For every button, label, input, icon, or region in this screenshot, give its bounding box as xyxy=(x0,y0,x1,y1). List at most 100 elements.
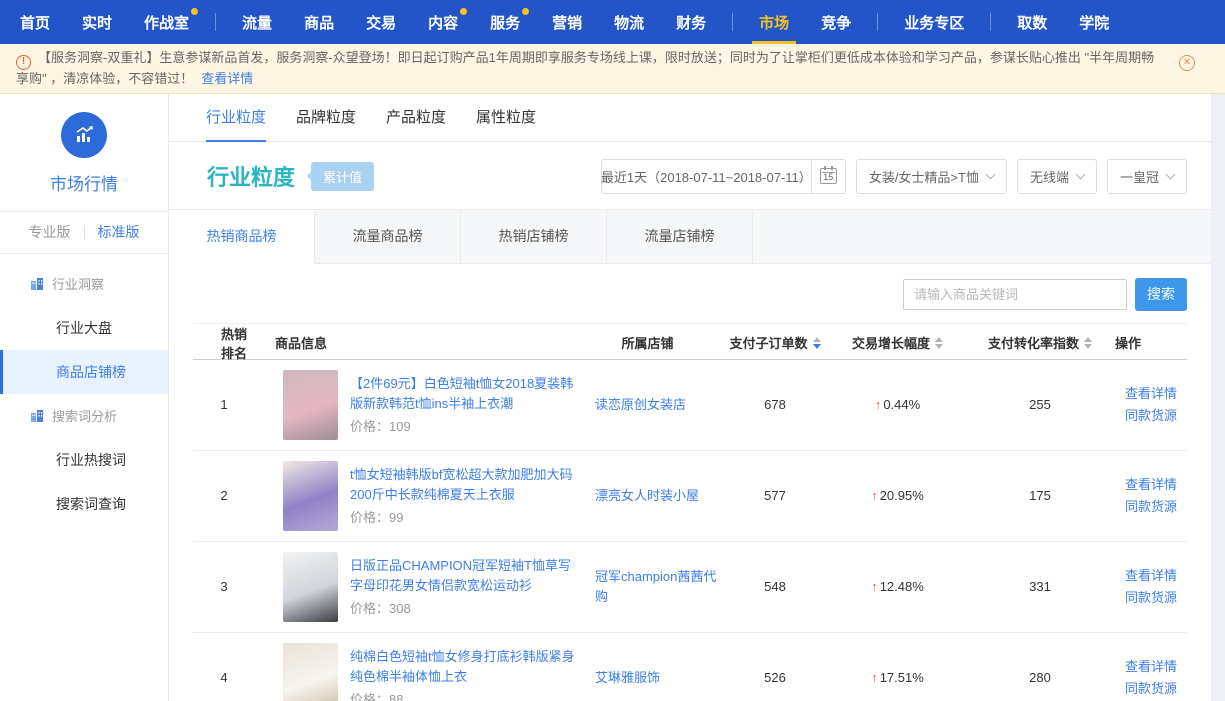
terminal-select-value: 无线端 xyxy=(1030,167,1069,186)
tab-label: 行业粒度 xyxy=(206,106,266,127)
view-details-link[interactable]: 查看详情 xyxy=(1125,474,1177,495)
shop-link[interactable]: 漂亮女人时装小屋 xyxy=(595,488,699,503)
sidebar-item[interactable]: 行业热搜词 xyxy=(0,438,168,482)
ranking-subtab[interactable]: 流量商品榜 xyxy=(315,209,461,264)
sidebar-item[interactable]: 商品店铺榜 xyxy=(0,350,168,394)
nav-item[interactable]: 业务专区 xyxy=(888,0,980,44)
nav-item-label: 交易 xyxy=(366,12,396,33)
terminal-select[interactable]: 无线端 xyxy=(1017,159,1097,194)
same-source-link[interactable]: 同款货源 xyxy=(1125,587,1177,608)
same-source-link[interactable]: 同款货源 xyxy=(1125,405,1177,426)
product-price: 价格：88 xyxy=(350,689,575,701)
rank-cell: 2 xyxy=(193,488,255,503)
nav-item[interactable]: 竞争 xyxy=(805,0,867,44)
sidebar-item-label: 商品店铺榜 xyxy=(56,362,126,382)
search-input[interactable] xyxy=(903,279,1127,310)
nav-item-label: 财务 xyxy=(676,12,706,33)
granularity-tab[interactable]: 产品粒度 xyxy=(386,94,446,142)
table-row: 4 纯棉白色短袖t恤女修身打底衫韩版紧身纯色棉半袖体恤上衣 价格：88 艾琳雅服… xyxy=(193,633,1187,701)
date-range-picker[interactable]: 最近1天（2018-07-11~2018-07-11） xyxy=(601,159,811,194)
growth-cell: ↑20.95% xyxy=(830,488,965,503)
column-header[interactable]: 支付子订单数 xyxy=(720,333,830,352)
scrollbar-gutter[interactable] xyxy=(1211,94,1225,701)
nav-item[interactable]: 财务 xyxy=(660,0,722,44)
product-image[interactable] xyxy=(283,370,338,440)
sort-arrows-icon[interactable] xyxy=(935,337,943,349)
same-source-link[interactable]: 同款货源 xyxy=(1125,496,1177,517)
view-details-link[interactable]: 查看详情 xyxy=(1125,383,1177,404)
nav-item-label: 物流 xyxy=(614,12,644,33)
view-details-link[interactable]: 查看详情 xyxy=(201,71,253,86)
sidebar-menu: 行业洞察 行业大盘 商品店铺榜 xyxy=(0,254,168,526)
nav-item-label: 服务 xyxy=(490,12,520,33)
nav-item[interactable]: 学院 xyxy=(1063,0,1125,44)
sidebar-item-label: 行业热搜词 xyxy=(56,450,126,470)
nav-item[interactable]: 市场 xyxy=(743,0,805,44)
shop-cell: 漂亮女人时装小屋 xyxy=(575,486,720,506)
column-header[interactable]: 支付转化率指数 xyxy=(965,333,1115,352)
shop-link[interactable]: 艾琳雅服饰 xyxy=(595,670,660,685)
shop-cell: 艾琳雅服饰 xyxy=(575,668,720,688)
product-title-link[interactable]: 纯棉白色短袖t恤女修身打底衫韩版紧身纯色棉半袖体恤上衣 xyxy=(350,647,575,686)
view-details-link[interactable]: 查看详情 xyxy=(1125,565,1177,586)
granularity-tab[interactable]: 行业粒度 xyxy=(206,94,266,142)
same-source-link[interactable]: 同款货源 xyxy=(1125,678,1177,699)
top-nav: 首页 实时 作战室 流量 商品 交易 内容 xyxy=(0,0,1225,44)
product-info: 纯棉白色短袖t恤女修身打底衫韩版紧身纯色棉半袖体恤上衣 价格：88 xyxy=(350,647,575,701)
nav-item-label: 实时 xyxy=(82,12,112,33)
product-image[interactable] xyxy=(283,552,338,622)
version-tab[interactable]: 标准版 xyxy=(84,225,153,240)
ranking-subtab[interactable]: 热销商品榜 xyxy=(169,209,315,264)
filter-bar: 最近1天（2018-07-11~2018-07-11） 15 女装/女士精品>T… xyxy=(601,159,1187,194)
nav-item[interactable]: 取数 xyxy=(1001,0,1063,44)
nav-item[interactable]: 实时 xyxy=(66,0,128,44)
granularity-tab[interactable]: 属性粒度 xyxy=(476,94,536,142)
table-row: 1 【2件69元】白色短袖t恤女2018夏装韩版新款韩范t恤ins半袖上衣潮 价… xyxy=(193,360,1187,451)
nav-item[interactable]: 作战室 xyxy=(128,0,205,44)
table-header-row: 热销排名 商品信息 所属店铺 支付子订单数 交易增长幅度 xyxy=(193,323,1187,360)
table-row: 2 t恤女短袖韩版bf宽松超大款加肥加大码200斤中长款纯棉夏天上衣服 价格：9… xyxy=(193,451,1187,542)
product-image[interactable] xyxy=(283,643,338,701)
nav-item[interactable]: 内容 xyxy=(412,0,474,44)
nav-item[interactable]: 交易 xyxy=(350,0,412,44)
sort-arrows-icon[interactable] xyxy=(1084,337,1092,349)
granularity-tab[interactable]: 品牌粒度 xyxy=(296,94,356,142)
sidebar-item[interactable]: 搜索词查询 xyxy=(0,482,168,526)
product-title-link[interactable]: 【2件69元】白色短袖t恤女2018夏装韩版新款韩范t恤ins半袖上衣潮 xyxy=(350,374,575,413)
ranking-subtab[interactable]: 热销店铺榜 xyxy=(461,209,607,264)
conversion-cell: 255 xyxy=(965,397,1115,412)
column-header: 所属店铺 xyxy=(575,333,720,352)
nav-item[interactable]: 流量 xyxy=(226,0,288,44)
search-button[interactable]: 搜索 xyxy=(1135,278,1187,311)
column-header[interactable]: 交易增长幅度 xyxy=(830,333,965,352)
view-details-link[interactable]: 查看详情 xyxy=(1125,656,1177,677)
product-title-link[interactable]: t恤女短袖韩版bf宽松超大款加肥加大码200斤中长款纯棉夏天上衣服 xyxy=(350,465,575,504)
calendar-button[interactable]: 15 xyxy=(811,159,846,194)
sidebar-item[interactable]: 搜索词分析 xyxy=(0,394,168,438)
product-title-link[interactable]: 日版正品CHAMPION冠军短袖T恤草写字母印花男女情侣款宽松运动衫 xyxy=(350,556,575,595)
nav-item[interactable]: 商品 xyxy=(288,0,350,44)
column-header: 商品信息 xyxy=(255,333,575,352)
category-select-value: 女装/女士精品>T恤 xyxy=(869,167,979,186)
version-tab[interactable]: 专业版 xyxy=(16,225,84,240)
nav-item[interactable]: 服务 xyxy=(474,0,536,44)
close-icon[interactable]: ✕ xyxy=(1179,55,1195,71)
sidebar-item[interactable]: 行业洞察 xyxy=(0,262,168,306)
sort-arrows-icon[interactable] xyxy=(813,337,821,349)
shop-level-select[interactable]: 一皇冠 xyxy=(1107,159,1187,194)
shop-link[interactable]: 读恋原创女装店 xyxy=(595,397,686,412)
calendar-icon: 15 xyxy=(820,168,837,184)
product-image[interactable] xyxy=(283,461,338,531)
shop-link[interactable]: 冠军champion茜茜代购 xyxy=(595,569,716,604)
category-select[interactable]: 女装/女士精品>T恤 xyxy=(856,159,1007,194)
ranking-subtab[interactable]: 流量店铺榜 xyxy=(607,209,753,264)
sidebar-item-label: 搜索词查询 xyxy=(56,494,126,514)
nav-item[interactable]: 营销 xyxy=(536,0,598,44)
nav-item[interactable]: 物流 xyxy=(598,0,660,44)
sidebar-item[interactable]: 行业大盘 xyxy=(0,306,168,350)
column-header: 操作 xyxy=(1115,333,1187,352)
product-cell: t恤女短袖韩版bf宽松超大款加肥加大码200斤中长款纯棉夏天上衣服 价格：99 xyxy=(255,461,575,531)
page-title: 行业粒度 xyxy=(207,160,295,192)
nav-item[interactable]: 首页 xyxy=(4,0,66,44)
column-header-label: 支付转化率指数 xyxy=(988,333,1079,352)
